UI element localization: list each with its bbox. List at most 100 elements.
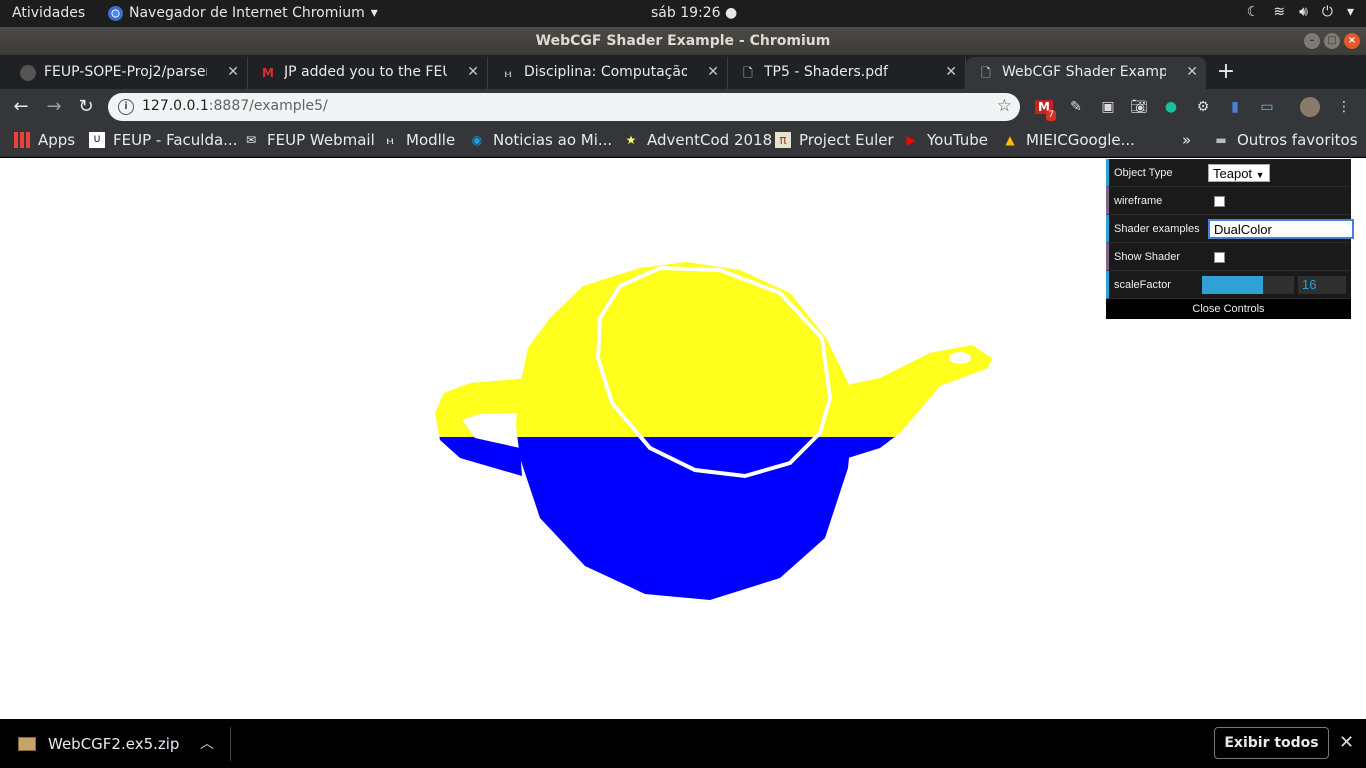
teapot-spout-hole [949,352,971,364]
gmail-icon: M [262,66,274,80]
star-icon: ★ [625,133,637,147]
news-icon: ◉ [471,133,483,147]
url-path: :8887/example5/ [208,98,328,114]
close-download-bar-icon[interactable]: ✕ [1339,732,1354,753]
minimize-button[interactable]: – [1304,33,1320,49]
select-arrow-icon: ▼ [1255,170,1265,180]
reload-button[interactable]: ↻ [74,95,98,119]
night-light-icon: ☾ [1246,4,1260,20]
tab-webcgf-active[interactable]: 🗋 WebCGF Shader Example ✕ [966,57,1206,89]
tab-moodle[interactable]: ⲙ Disciplina: Computação G ✕ [488,57,728,89]
bookmark-extension-icon[interactable]: ▮ [1225,97,1245,117]
close-window-button[interactable]: × [1344,33,1360,49]
new-tab-button[interactable]: + [1213,60,1239,84]
tab-label: TP5 - Shaders.pdf [764,64,888,80]
bookmark-webmail[interactable]: ✉ FEUP Webmail [243,131,375,149]
bookmark-feup[interactable]: U FEUP - Faculda... [89,131,237,149]
download-bar: WebCGF2.ex5.zip ︿ Exibir todos ✕ [0,719,1366,768]
bookmark-moodle[interactable]: ⲙ Modlle [382,131,455,149]
tab-label: FEUP-SOPE-Proj2/parser.c [44,64,207,80]
bookmark-star-icon[interactable]: ☆ [997,96,1012,116]
project-euler-icon: π [775,132,791,148]
wireframe-label: wireframe [1114,195,1163,207]
profile-avatar[interactable] [1300,97,1320,117]
site-info-icon[interactable]: i [118,99,134,115]
tab-extension-icon[interactable]: ▭ [1257,97,1277,117]
download-options-chevron-icon[interactable]: ︿ [200,733,214,753]
shader-examples-select[interactable]: DualColor [1208,219,1354,239]
close-tab-icon[interactable]: ✕ [707,57,719,87]
grammarly-extension-icon[interactable]: ● [1161,97,1181,117]
camera-extension-icon[interactable]: 📷︎ [1129,97,1149,117]
close-tab-icon[interactable]: ✕ [227,57,239,87]
bookmark-label: Outros favoritos [1237,131,1358,149]
window-title-bar: WebCGF Shader Example - Chromium – □ × [0,27,1366,55]
menu-kebab-icon[interactable]: ⋮ [1334,97,1354,117]
close-controls-button[interactable]: Close Controls [1106,299,1351,319]
wireframe-checkbox[interactable] [1214,196,1225,207]
clock[interactable]: sáb 19:26 ● [651,5,737,21]
address-bar[interactable]: i 127.0.0.1:8887/example5/ ☆ [108,93,1020,121]
shader-examples-label: Shader examples [1114,223,1200,235]
tab-label: WebCGF Shader Example [1002,64,1166,80]
system-tray[interactable]: ☾ ≋ 🔊︎ ⏻ ▾ [1247,4,1354,20]
tab-strip: FEUP-SOPE-Proj2/parser.c ✕ M JP added yo… [0,55,1366,89]
url-text: 127.0.0.1:8887/example5/ [142,98,328,114]
bookmark-apps[interactable]: Apps [14,131,75,149]
gmail-badge: 7 [1046,110,1056,121]
moodle-icon: ⲙ [386,133,394,147]
zip-file-icon [18,737,36,751]
github-icon [20,65,36,81]
apps-grid-icon [14,132,30,148]
close-tab-icon[interactable]: ✕ [1186,57,1198,87]
youtube-icon: ▶ [906,133,916,147]
pen-extension-icon[interactable]: ✎ [1066,97,1086,117]
bookmark-mieic-google[interactable]: ▲ MIEICGoogle... [1002,131,1135,149]
other-bookmarks-folder[interactable]: ▬ Outros favoritos [1213,131,1358,149]
download-item[interactable]: WebCGF2.ex5.zip [18,735,179,753]
tab-pdf[interactable]: 🗋 TP5 - Shaders.pdf ✕ [728,57,966,89]
document-icon: 🗋 [981,66,991,80]
bookmark-project-euler[interactable]: π Project Euler [775,131,894,149]
window-controls: – □ × [1304,33,1360,49]
bookmark-youtube[interactable]: ▶ YouTube [903,131,988,149]
page-viewport[interactable]: Object Type Teapot ▼ wireframe Shader ex… [0,158,1366,719]
maximize-button[interactable]: □ [1324,33,1340,49]
download-separator [230,727,231,761]
show-shader-row: Show Shader [1106,243,1351,271]
gmail-extension-icon[interactable]: M7 [1034,97,1056,121]
bookmarks-overflow-button[interactable]: » [1182,131,1191,149]
bookmark-noticias[interactable]: ◉ Noticias ao Mi... [469,131,612,149]
tab-label: Disciplina: Computação G [524,64,687,80]
settings-extension-icon[interactable]: ⚙ [1193,97,1213,117]
show-all-downloads-button[interactable]: Exibir todos [1214,727,1329,759]
google-drive-icon: ▲ [1005,133,1015,147]
overflow-chevron-icon: » [1182,131,1192,149]
bookmark-label: FEUP - Faculda... [113,131,238,149]
url-host: 127.0.0.1 [142,98,209,114]
controls-panel: Object Type Teapot ▼ wireframe Shader ex… [1106,159,1354,319]
scale-factor-slider[interactable] [1202,276,1294,294]
show-shader-checkbox[interactable] [1214,252,1225,263]
bookmark-label: Project Euler [799,131,894,149]
tab-label: JP added you to the FEUP [284,64,447,80]
app-menu[interactable]: Navegador de Internet Chromium ▾ [108,5,378,21]
close-tab-icon[interactable]: ✕ [467,57,479,87]
screen-recorder-extension-icon[interactable]: ▣ [1098,97,1118,117]
activities-button[interactable]: Atividades [12,5,85,21]
object-type-select[interactable]: Teapot ▼ [1208,164,1270,182]
tab-gmail[interactable]: M JP added you to the FEUP ✕ [248,57,488,89]
tab-github[interactable]: FEUP-SOPE-Proj2/parser.c ✕ [8,57,248,89]
bookmark-adventofcode[interactable]: ★ AdventCod 2018 [623,131,773,149]
close-tab-icon[interactable]: ✕ [945,57,957,87]
back-button[interactable]: ← [9,95,33,119]
notification-dot-icon: ● [725,5,738,21]
chromium-icon [108,5,123,21]
wireframe-row: wireframe [1106,187,1351,215]
scale-factor-slider-fill [1202,276,1263,294]
forward-button[interactable]: → [42,95,66,119]
bookmark-label: MIEICGoogle... [1026,131,1135,149]
scale-factor-input[interactable]: 16 [1298,276,1346,294]
window-title: WebCGF Shader Example - Chromium [535,33,831,49]
document-icon: 🗋 [743,66,753,80]
